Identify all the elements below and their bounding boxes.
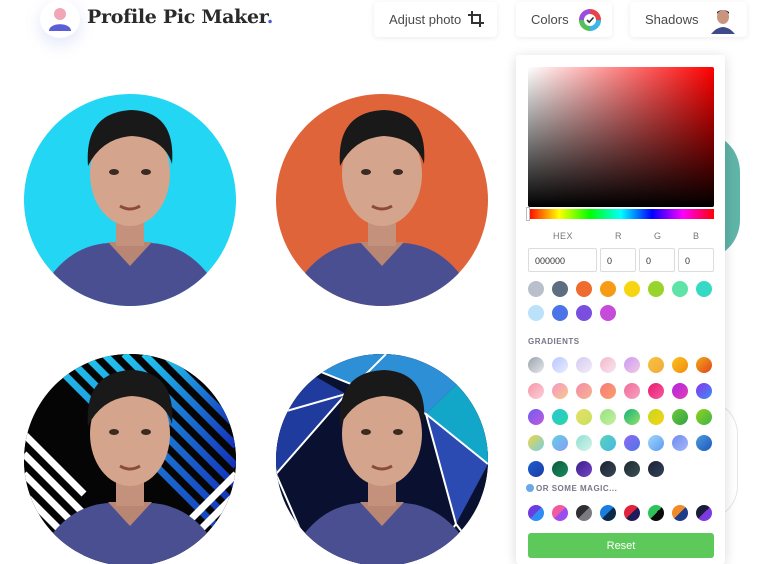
color-swatch[interactable] [696,281,712,297]
profile-preview-orange[interactable] [276,94,488,306]
gradient-swatch[interactable] [624,383,640,399]
r-input[interactable]: 0 [600,248,636,272]
hue-slider-handle[interactable] [526,207,530,221]
profile-preview-stripes[interactable] [24,354,236,564]
color-swatch[interactable] [672,281,688,297]
gradient-swatch[interactable] [648,357,664,373]
gradient-swatch[interactable] [528,409,544,425]
color-swatch[interactable] [528,281,544,297]
gradient-swatch[interactable] [528,461,544,477]
color-swatch[interactable] [528,305,544,321]
person-photo [286,110,478,306]
shadows-button[interactable]: Shadows [630,2,747,37]
gradient-swatch[interactable] [600,435,616,451]
gradient-swatch[interactable] [696,435,712,451]
magic-swatch[interactable] [696,505,712,521]
gradient-swatch[interactable] [600,461,616,477]
color-swatch[interactable] [600,281,616,297]
color-wheel-icon [579,9,601,31]
adjust-photo-button[interactable]: Adjust photo [374,2,497,37]
gradient-swatch[interactable] [672,409,688,425]
color-picker-panel: HEX R G B 000000 0 0 0 GRADIENTS OR SOME… [516,55,725,564]
r-label: R [615,231,622,241]
magic-bulb-icon [526,484,534,492]
gradient-swatch[interactable] [576,461,592,477]
shadow-preview-icon [709,6,737,34]
color-swatch[interactable] [576,305,592,321]
gradient-swatch[interactable] [528,435,544,451]
gradient-swatch[interactable] [696,357,712,373]
gradient-swatch[interactable] [624,461,640,477]
gradient-swatch[interactable] [624,409,640,425]
person-photo [34,110,226,306]
magic-swatch[interactable] [672,505,688,521]
gradient-swatch[interactable] [528,383,544,399]
reset-button[interactable]: Reset [528,533,714,558]
color-swatch[interactable] [552,305,568,321]
gradient-swatch[interactable] [600,383,616,399]
gradient-swatch[interactable] [648,435,664,451]
gradient-swatch[interactable] [576,357,592,373]
gradient-swatch[interactable] [552,409,568,425]
color-swatch[interactable] [624,281,640,297]
user-avatar-icon [49,8,71,31]
app-title: Profile Pic Maker. [87,6,274,28]
gradient-swatch[interactable] [600,357,616,373]
b-input[interactable]: 0 [678,248,714,272]
gradient-swatch[interactable] [552,435,568,451]
gradient-swatch[interactable] [576,383,592,399]
color-swatch[interactable] [600,305,616,321]
adjust-photo-label: Adjust photo [389,12,462,27]
striped-pattern-background [24,354,236,564]
magic-label: OR SOME MAGIC... [526,484,617,493]
gradient-swatch[interactable] [528,357,544,373]
gradient-swatch[interactable] [648,383,664,399]
gradient-swatch[interactable] [696,409,712,425]
colors-label: Colors [531,12,569,27]
magic-swatch[interactable] [528,505,544,521]
gradient-swatch[interactable] [576,435,592,451]
gradient-swatch[interactable] [672,383,688,399]
gradient-swatch[interactable] [648,409,664,425]
colors-button[interactable]: Colors [516,2,612,37]
magic-swatch[interactable] [648,505,664,521]
gradient-swatch[interactable] [624,435,640,451]
gradient-swatch[interactable] [552,461,568,477]
magic-swatch[interactable] [600,505,616,521]
gradient-swatch[interactable] [552,357,568,373]
gradient-swatch[interactable] [672,357,688,373]
hue-slider[interactable] [528,209,714,219]
gradient-swatch[interactable] [648,461,664,477]
gradient-swatch[interactable] [576,409,592,425]
shadows-label: Shadows [645,12,699,27]
magic-swatch[interactable] [576,505,592,521]
profile-preview-cyan[interactable] [24,94,236,306]
crop-icon [468,11,484,27]
color-swatch[interactable] [648,281,664,297]
gradients-label: GRADIENTS [528,337,580,346]
g-label: G [654,231,662,241]
g-input[interactable]: 0 [639,248,675,272]
gradient-swatch[interactable] [696,383,712,399]
gradient-swatch[interactable] [600,409,616,425]
magic-swatch[interactable] [552,505,568,521]
gradient-swatch[interactable] [552,383,568,399]
gradient-swatch[interactable] [624,357,640,373]
hex-input[interactable]: 000000 [528,248,597,272]
polygon-pattern-background [276,354,488,564]
app-logo [40,0,80,38]
magic-swatch[interactable] [624,505,640,521]
hex-label: HEX [553,231,574,241]
color-swatch[interactable] [552,281,568,297]
color-swatch[interactable] [576,281,592,297]
b-label: B [693,231,700,241]
gradient-swatch[interactable] [672,435,688,451]
profile-preview-polygon[interactable] [276,354,488,564]
saturation-value-picker[interactable] [528,67,714,207]
